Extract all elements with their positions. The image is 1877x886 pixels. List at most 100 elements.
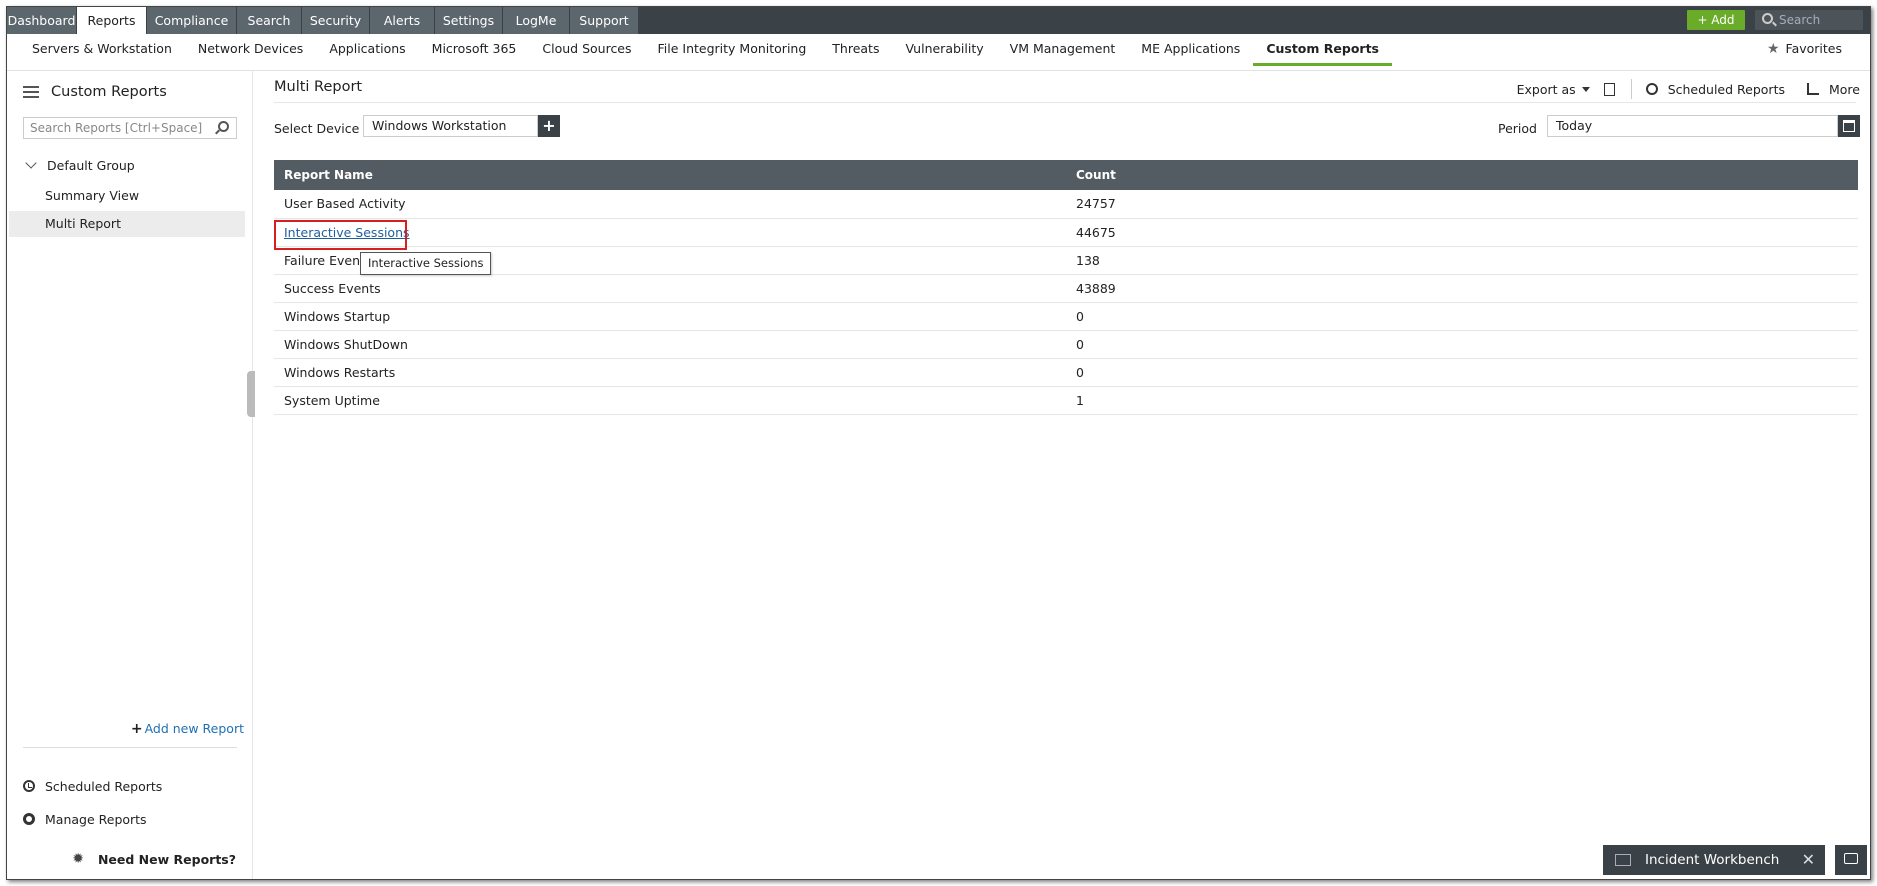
count-cell: 0: [1066, 330, 1858, 359]
sidebar-scheduled-reports[interactable]: Scheduled Reports: [23, 777, 162, 795]
column-header-count[interactable]: Count: [1066, 160, 1858, 190]
subnav-me-applications[interactable]: ME Applications: [1128, 34, 1253, 71]
sidebar-item-multi-report[interactable]: Multi Report: [9, 211, 245, 237]
sidebar: Custom Reports Search Reports [Ctrl+Spac…: [7, 71, 255, 879]
sidebar-manage-reports[interactable]: Manage Reports: [23, 810, 147, 828]
app-window: Dashboard Reports Compliance Search Secu…: [6, 6, 1871, 880]
device-select[interactable]: Windows Workstation: [363, 115, 538, 137]
report-name-cell[interactable]: System Uptime: [274, 386, 1066, 415]
tab-logme[interactable]: LogMe: [503, 7, 570, 34]
report-name-cell[interactable]: Interactive Sessions: [274, 218, 1066, 247]
tab-reports[interactable]: Reports: [77, 7, 147, 34]
sidebar-header: Custom Reports: [23, 82, 167, 102]
count-cell: 24757: [1066, 190, 1858, 219]
star-icon: ★: [1766, 41, 1780, 57]
search-icon[interactable]: [218, 121, 229, 132]
add-button[interactable]: + Add: [1687, 10, 1745, 30]
calendar-button[interactable]: [1838, 115, 1860, 137]
count-cell: 138: [1066, 246, 1858, 275]
add-new-report-link[interactable]: + Add new Report: [131, 721, 244, 737]
need-new-reports-label: Need New Reports?: [97, 851, 236, 867]
count-cell: 0: [1066, 358, 1858, 387]
tab-alerts[interactable]: Alerts: [370, 7, 435, 34]
main-content: Multi Report Export as Scheduled Reports…: [254, 71, 1870, 879]
more-button[interactable]: More: [1785, 82, 1860, 97]
plus-icon: +: [130, 721, 143, 737]
count-cell: 1: [1066, 386, 1858, 415]
chart-icon: [1807, 83, 1819, 95]
tab-dashboard[interactable]: Dashboard: [7, 7, 77, 34]
scheduled-reports-button[interactable]: Scheduled Reports: [1645, 82, 1785, 97]
report-name-cell[interactable]: Success Events: [274, 274, 1066, 303]
report-table: Report Name Count User Based Activity 24…: [274, 160, 1858, 415]
table-row: Failure Events 138: [274, 246, 1858, 275]
subnav-file-integrity[interactable]: File Integrity Monitoring: [645, 34, 820, 71]
subnav-threats[interactable]: Threats: [819, 34, 892, 71]
sidebar-manage-label: Manage Reports: [45, 811, 147, 827]
search-icon: [1762, 13, 1773, 24]
subnav-vm-management[interactable]: VM Management: [997, 34, 1129, 71]
add-device-button[interactable]: +: [538, 115, 560, 137]
chat-bubble-icon: [1844, 853, 1858, 864]
favorites-label: Favorites: [1785, 41, 1842, 56]
workbench-icon: [1615, 854, 1631, 866]
page-title: Multi Report: [274, 79, 363, 95]
report-name-cell[interactable]: User Based Activity: [274, 190, 1066, 219]
sidebar-item-summary-view[interactable]: Summary View: [9, 183, 245, 209]
table-row: Interactive Sessions 44675: [274, 218, 1858, 247]
count-cell: 43889: [1066, 274, 1858, 303]
subnav-network-devices[interactable]: Network Devices: [185, 34, 316, 71]
report-name-cell[interactable]: Windows Restarts: [274, 358, 1066, 387]
tab-search[interactable]: Search: [237, 7, 302, 34]
sidebar-divider: [23, 747, 237, 748]
report-toolbar: Export as Scheduled Reports More: [1517, 79, 1860, 99]
sidebar-search-placeholder: Search Reports [Ctrl+Space]: [30, 121, 203, 135]
count-cell: 0: [1066, 302, 1858, 331]
tab-compliance[interactable]: Compliance: [147, 7, 237, 34]
tab-support[interactable]: Support: [570, 7, 639, 34]
subnav-microsoft-365[interactable]: Microsoft 365: [419, 34, 530, 71]
table-row: Success Events 43889: [274, 274, 1858, 303]
subnav-vulnerability[interactable]: Vulnerability: [892, 34, 996, 71]
report-name-cell[interactable]: Windows ShutDown: [274, 330, 1066, 359]
subnav-cloud-sources[interactable]: Cloud Sources: [529, 34, 644, 71]
close-icon[interactable]: ✕: [1802, 845, 1815, 875]
sidebar-search-input[interactable]: Search Reports [Ctrl+Space]: [23, 117, 237, 139]
chat-button[interactable]: [1835, 845, 1867, 875]
more-label: More: [1829, 81, 1860, 97]
incident-workbench-bar[interactable]: Incident Workbench ✕: [1603, 845, 1825, 875]
document-icon[interactable]: [1603, 82, 1615, 96]
table-row: Windows Startup 0: [274, 302, 1858, 331]
incident-workbench-label: Incident Workbench: [1645, 852, 1780, 868]
select-device-label: Select Device: [274, 121, 360, 136]
table-row: User Based Activity 24757: [274, 190, 1858, 219]
tab-security[interactable]: Security: [302, 7, 370, 34]
toolbar-separator: [1630, 79, 1632, 99]
table-row: System Uptime 1: [274, 386, 1858, 415]
table-header-row: Report Name Count: [274, 160, 1858, 190]
export-as-dropdown[interactable]: Export as: [1517, 82, 1590, 97]
tab-settings[interactable]: Settings: [435, 7, 503, 34]
gear-icon: [23, 813, 35, 825]
chevron-down-icon: [25, 157, 37, 169]
alarm-clock-icon: [1645, 83, 1658, 95]
alarm-clock-icon: [23, 780, 35, 792]
subnav-servers-workstation[interactable]: Servers & Workstation: [19, 34, 185, 71]
hamburger-menu-icon[interactable]: [23, 86, 39, 98]
column-header-report-name[interactable]: Report Name: [274, 160, 1066, 190]
favorites-button[interactable]: ★ Favorites: [1767, 34, 1842, 71]
sidebar-title: Custom Reports: [51, 84, 167, 100]
need-new-reports-link[interactable]: ✹ Need New Reports?: [72, 851, 236, 867]
period-input[interactable]: Today: [1547, 115, 1838, 137]
report-name-cell[interactable]: Windows Startup: [274, 302, 1066, 331]
interactive-sessions-link[interactable]: Interactive Sessions: [284, 225, 410, 240]
subnav-applications[interactable]: Applications: [316, 34, 418, 71]
caret-down-icon: [1581, 86, 1590, 92]
subnav-custom-reports[interactable]: Custom Reports: [1253, 34, 1392, 71]
period-label: Period: [1498, 121, 1537, 136]
sub-nav: Servers & Workstation Network Devices Ap…: [7, 34, 1870, 71]
top-search-input[interactable]: Search: [1755, 10, 1863, 30]
table-row: Windows ShutDown 0: [274, 330, 1858, 359]
top-bar: Dashboard Reports Compliance Search Secu…: [7, 7, 1870, 34]
sidebar-group-default[interactable]: Default Group: [23, 156, 135, 174]
